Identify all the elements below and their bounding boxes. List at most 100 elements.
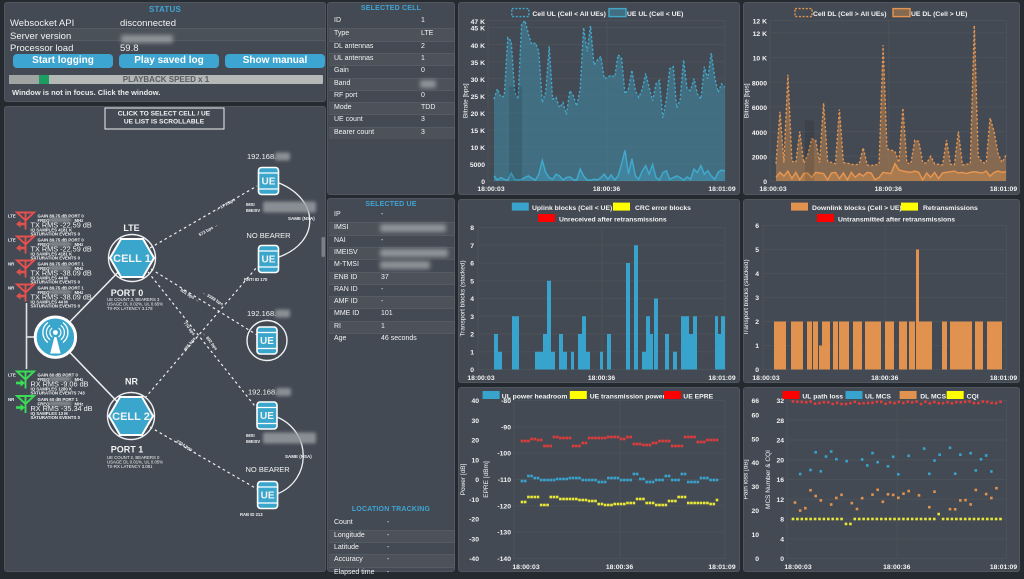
- svg-text:-40: -40: [469, 556, 479, 563]
- svg-text:2: 2: [470, 332, 474, 339]
- svg-text:192.168.: 192.168.: [247, 309, 276, 318]
- svg-text:28: 28: [776, 418, 784, 425]
- svg-text:UE EPRE: UE EPRE: [683, 393, 713, 400]
- svg-text:45 K: 45 K: [471, 26, 485, 33]
- svg-text:SATURATION EVENTS 743: SATURATION EVENTS 743: [31, 391, 86, 396]
- svg-text:573 bps →: 573 bps →: [198, 222, 219, 237]
- svg-text:UE DL (Cell > UE): UE DL (Cell > UE): [911, 11, 967, 18]
- svg-text:10: 10: [471, 457, 479, 464]
- svg-text:10: 10: [751, 532, 759, 539]
- svg-text:66: 66: [751, 398, 759, 405]
- svg-text:Transport blocks (stacked): Transport blocks (stacked): [744, 259, 750, 335]
- svg-text:Retransmissions: Retransmissions: [923, 205, 978, 212]
- svg-text:← 3388 bps: ← 3388 bps: [201, 290, 224, 307]
- svg-text:Uplink blocks (Cell < UE): Uplink blocks (Cell < UE): [532, 205, 612, 212]
- svg-text:6: 6: [470, 261, 474, 268]
- svg-text:CRC error blocks: CRC error blocks: [635, 205, 691, 212]
- svg-text:Downlink blocks (Cell > UE): Downlink blocks (Cell > UE): [812, 205, 902, 212]
- svg-text:Unreceived after retransmissio: Unreceived after retransmissions: [559, 216, 667, 223]
- svg-text:LTE: LTE: [8, 238, 16, 243]
- svg-text:20: 20: [751, 508, 759, 515]
- svg-text:50: 50: [751, 436, 759, 443]
- svg-text:PORT 1: PORT 1: [111, 445, 144, 455]
- svg-text:12 K: 12 K: [753, 19, 767, 26]
- svg-text:EPRE [dBm]: EPRE [dBm]: [483, 461, 490, 498]
- svg-text:-90: -90: [501, 424, 511, 431]
- svg-text:192.168.: 192.168.: [248, 388, 277, 397]
- svg-text:Power [dB]: Power [dB]: [460, 463, 467, 495]
- svg-text:RAB ID 213: RAB ID 213: [240, 512, 263, 517]
- svg-text:18:00:36: 18:00:36: [588, 375, 615, 382]
- svg-text:8000: 8000: [752, 80, 767, 87]
- svg-text:3: 3: [755, 295, 759, 302]
- svg-text:-100: -100: [497, 451, 511, 458]
- svg-text:8: 8: [470, 225, 474, 232]
- svg-text:← 892 bps: ← 892 bps: [202, 331, 220, 351]
- svg-text:18:01:09: 18:01:09: [990, 186, 1017, 193]
- svg-text:5: 5: [470, 278, 474, 285]
- svg-text:-30: -30: [469, 536, 479, 543]
- svg-text:CELL 1: CELL 1: [113, 253, 151, 265]
- svg-text:SAME (NSA): SAME (NSA): [288, 216, 315, 221]
- svg-text:Untransmitted after retransmis: Untransmitted after retransmissions: [838, 216, 955, 223]
- svg-text:32: 32: [776, 398, 784, 405]
- svg-text:NO BEARER: NO BEARER: [246, 231, 291, 240]
- svg-text:18:00:36: 18:00:36: [883, 564, 910, 571]
- svg-text:16: 16: [776, 477, 784, 484]
- svg-text:-110: -110: [498, 477, 511, 484]
- svg-text:MCS Number & CQI: MCS Number & CQI: [765, 450, 772, 509]
- svg-text:TX-RX LATENCY 3.081: TX-RX LATENCY 3.081: [107, 464, 153, 469]
- svg-text:18:00:03: 18:00:03: [477, 186, 504, 193]
- svg-text:1: 1: [755, 343, 759, 350]
- svg-text:4: 4: [780, 536, 784, 543]
- svg-text:UE UL (Cell < UE): UE UL (Cell < UE): [627, 11, 683, 18]
- svg-text:192.168.: 192.168.: [247, 152, 276, 161]
- svg-text:Path loss [dB]: Path loss [dB]: [744, 459, 750, 499]
- svg-text:IMEISV: IMEISV: [246, 439, 260, 444]
- svg-text:UE LIST IS SCROLLABLE: UE LIST IS SCROLLABLE: [124, 119, 205, 126]
- svg-text:901 bps →: 901 bps →: [179, 287, 200, 303]
- svg-text:← 17 Kbps: ← 17 Kbps: [214, 197, 236, 213]
- svg-text:Cell UL (Cell < All UEs): Cell UL (Cell < All UEs): [532, 11, 605, 18]
- svg-text:6: 6: [755, 223, 759, 230]
- svg-text:0: 0: [780, 556, 784, 563]
- svg-text:NR: NR: [8, 286, 15, 291]
- svg-text:SATURATION EVENTS 0: SATURATION EVENTS 0: [31, 232, 81, 237]
- svg-text:12: 12: [776, 497, 784, 504]
- svg-text:18:01:09: 18:01:09: [708, 375, 735, 382]
- svg-text:0: 0: [755, 367, 759, 374]
- svg-text:NR: NR: [125, 377, 138, 387]
- svg-text:30: 30: [751, 484, 759, 491]
- svg-text:CELL 2: CELL 2: [112, 411, 150, 423]
- svg-text:40: 40: [751, 460, 759, 467]
- svg-text:0: 0: [755, 556, 759, 563]
- svg-text:UE: UE: [261, 491, 275, 502]
- svg-text:4000: 4000: [752, 130, 767, 137]
- svg-text:DL MCS: DL MCS: [920, 393, 946, 400]
- svg-text:30: 30: [471, 418, 479, 425]
- svg-text:SATURATION EVENTS 0: SATURATION EVENTS 0: [31, 304, 81, 309]
- svg-text:18:00:03: 18:00:03: [759, 186, 786, 193]
- svg-text:-130: -130: [497, 530, 511, 537]
- svg-text:18:00:36: 18:00:36: [593, 186, 620, 193]
- svg-text:47 K: 47 K: [471, 19, 485, 26]
- svg-text:12 K: 12 K: [753, 31, 767, 38]
- svg-text:25 K: 25 K: [471, 94, 485, 101]
- svg-text:3: 3: [470, 314, 474, 321]
- svg-text:2: 2: [755, 319, 759, 326]
- svg-text:UE transmission power: UE transmission power: [590, 393, 666, 400]
- svg-text:10 K: 10 K: [471, 145, 485, 152]
- svg-text:UE: UE: [260, 411, 274, 422]
- svg-text:IMSI: IMSI: [246, 202, 255, 207]
- svg-text:18:01:09: 18:01:09: [708, 186, 735, 193]
- svg-text:-10: -10: [469, 497, 479, 504]
- svg-text:18:00:03: 18:00:03: [467, 375, 494, 382]
- svg-text:TX-RX LATENCY 3.178: TX-RX LATENCY 3.178: [107, 306, 153, 311]
- svg-text:18:00:36: 18:00:36: [606, 564, 633, 571]
- svg-text:-20: -20: [469, 517, 479, 524]
- svg-text:Bitrate [bps]: Bitrate [bps]: [463, 83, 470, 118]
- svg-text:40 K: 40 K: [471, 43, 485, 50]
- svg-text:20: 20: [471, 438, 479, 445]
- svg-text:35 K: 35 K: [471, 60, 485, 67]
- svg-text:UL power headroom: UL power headroom: [502, 393, 568, 400]
